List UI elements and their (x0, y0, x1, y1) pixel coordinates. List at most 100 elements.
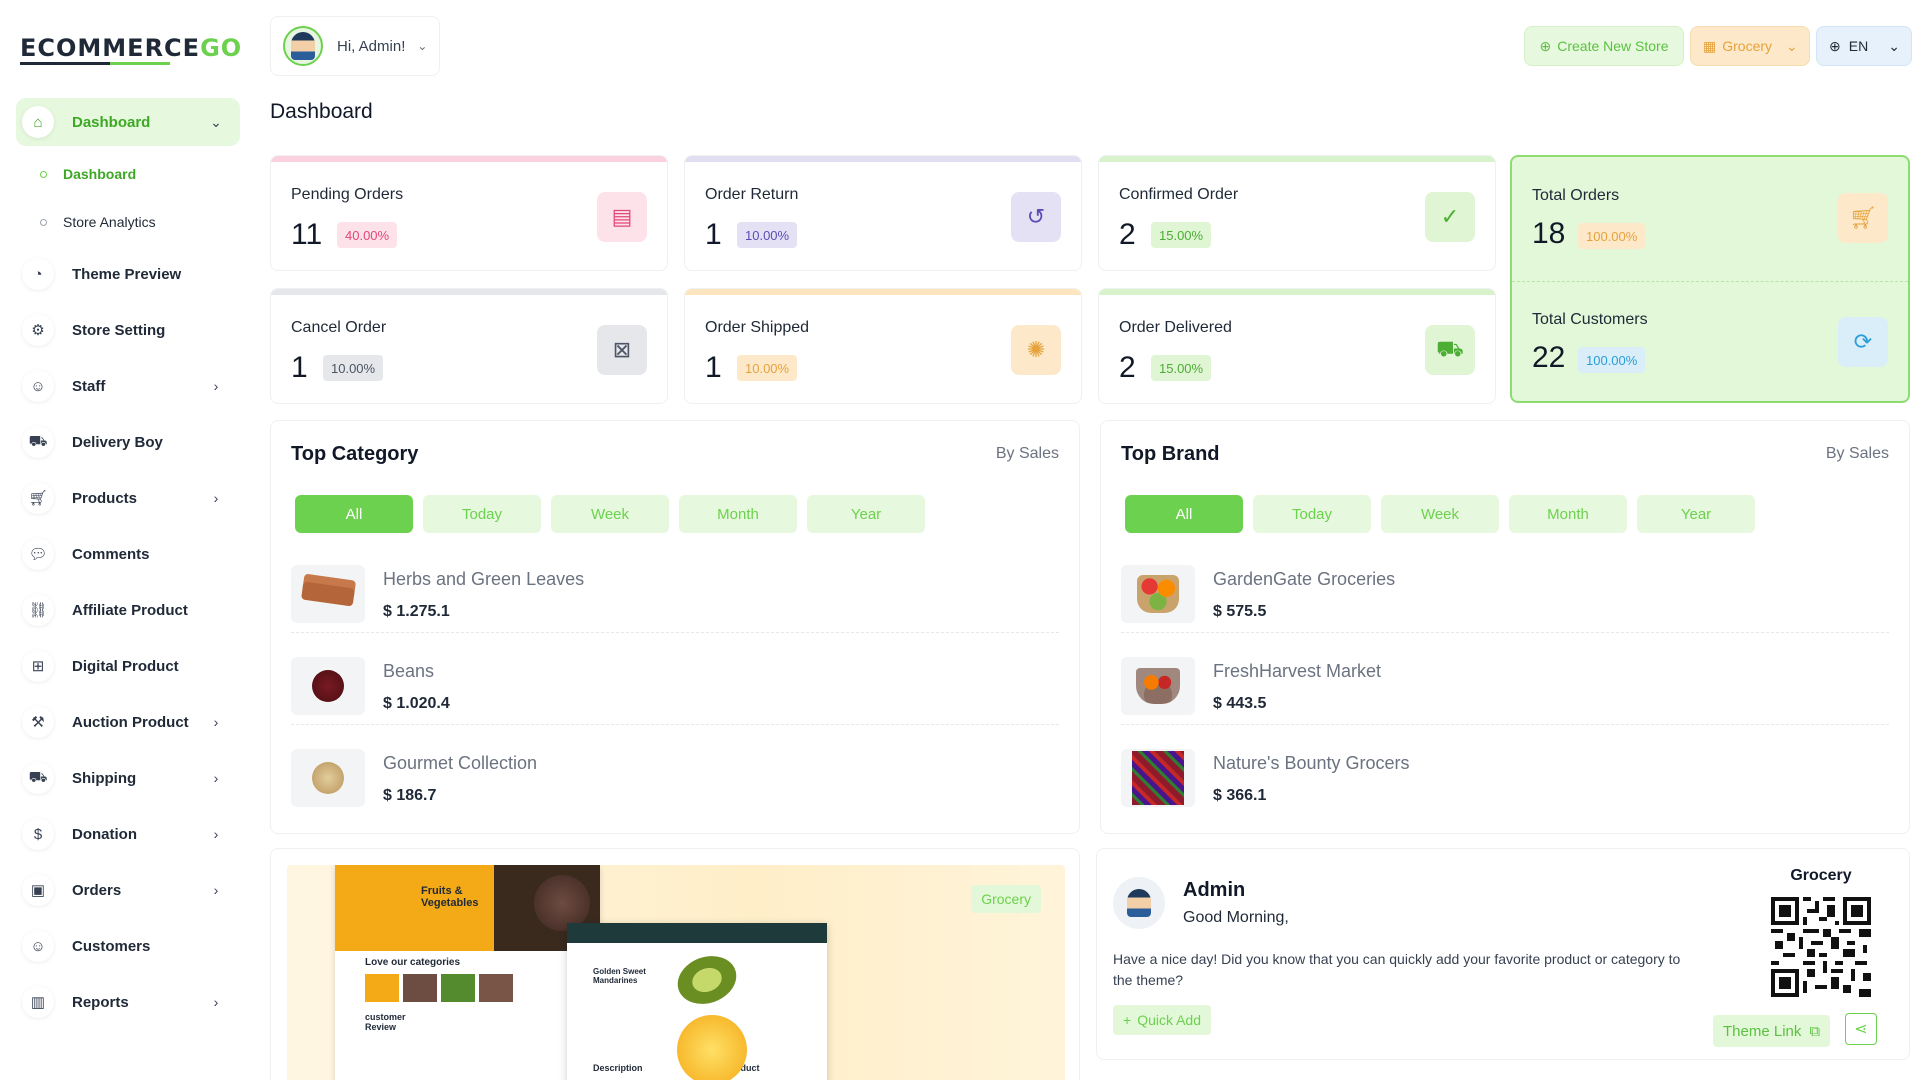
filter-today[interactable]: Today (1253, 495, 1371, 533)
panel-subtitle: By Sales (995, 445, 1059, 462)
filter-all[interactable]: All (295, 495, 413, 533)
filter-year[interactable]: Year (807, 495, 925, 533)
card-accent-line (271, 289, 667, 295)
quick-add-button[interactable]: + Quick Add (1113, 1005, 1212, 1035)
category-thumbnail (291, 749, 365, 807)
chevron-down-icon: ⌄ (210, 113, 222, 130)
filter-all[interactable]: All (1125, 495, 1243, 533)
sidebar-item-reports[interactable]: ▥ Reports › (16, 978, 240, 1026)
list-item[interactable]: Gourmet Collection $ 186.7 (291, 741, 1059, 817)
list-item[interactable]: GardenGate Groceries $ 575.5 (1121, 557, 1889, 633)
box-icon: ▣ (22, 874, 54, 906)
item-value: $ 366.1 (1213, 787, 1267, 804)
total-orders-value: 18 (1532, 217, 1566, 250)
panel-title: Top Category (291, 443, 419, 465)
theme-link-button[interactable]: Theme Link ⧉ (1713, 1015, 1831, 1047)
theme-link-label: Theme Link (1723, 1022, 1802, 1040)
brand-logo[interactable]: ECOMMERCEGO (20, 34, 242, 62)
package-icon: ✺ (1011, 325, 1061, 375)
sidebar-item-comments[interactable]: 💬︎ Comments (16, 530, 240, 578)
sidebar-subitem-store-analytics[interactable]: Store Analytics (40, 208, 156, 236)
sidebar-item-delivery-boy[interactable]: ⛟ Delivery Boy (16, 418, 240, 466)
filter-week[interactable]: Week (1381, 495, 1499, 533)
stat-badge: 10.00% (737, 222, 798, 248)
stat-card-confirmed-order: Confirmed Order 2 15.00% ✓ (1098, 155, 1496, 271)
store-select[interactable]: ▦ Grocery ⌄ (1690, 26, 1810, 66)
sidebar-item-auction-product[interactable]: ⚒ Auction Product › (16, 698, 240, 746)
item-value: $ 443.5 (1213, 695, 1267, 712)
stat-card-order-return: Order Return 1 10.00% ↺ (684, 155, 1082, 271)
sidebar-item-affiliate-product[interactable]: ⛓ Affiliate Product (16, 586, 240, 634)
stat-card-order-delivered: Order Delivered 2 15.00% ⛟ (1098, 288, 1496, 404)
sidebar-item-staff[interactable]: ☺ Staff › (16, 362, 240, 410)
shopping-cart-icon: 🛒︎ (1838, 193, 1888, 243)
sidebar-item-products[interactable]: 🛒︎ Products › (16, 474, 240, 522)
item-value: $ 1.020.4 (383, 695, 450, 712)
stat-badge: 40.00% (337, 222, 398, 248)
sidebar-item-digital-product[interactable]: ⊞ Digital Product (16, 642, 240, 690)
chevron-right-icon: › (213, 826, 219, 842)
users-icon: ☺ (22, 370, 54, 402)
sidebar-item-theme-preview[interactable]: ◔ Theme Preview (16, 250, 240, 298)
item-name: GardenGate Groceries (1213, 569, 1396, 589)
total-customers-label: Total Customers (1532, 311, 1648, 328)
avatar (283, 26, 323, 66)
sidebar-item-label: Reports (72, 993, 129, 1011)
item-value: $ 575.5 (1213, 603, 1267, 620)
sidebar-item-label: Orders (72, 881, 122, 899)
chevron-right-icon: › (213, 882, 219, 898)
item-value: $ 1.275.1 (383, 603, 450, 620)
list-item[interactable]: Beans $ 1.020.4 (291, 649, 1059, 725)
stat-card-order-shipped: Order Shipped 1 10.00% ✺ (684, 288, 1082, 404)
stat-label: Order Shipped (705, 319, 810, 336)
list-item[interactable]: FreshHarvest Market $ 443.5 (1121, 649, 1889, 725)
filter-today[interactable]: Today (423, 495, 541, 533)
list-item[interactable]: Nature's Bounty Grocers $ 366.1 (1121, 741, 1889, 817)
stat-badge: 10.00% (737, 355, 798, 381)
sidebar-item-label: Customers (72, 937, 151, 955)
mockup-description: Description (593, 1063, 643, 1073)
document-icon: ▤ (597, 192, 647, 242)
filter-month[interactable]: Month (679, 495, 797, 533)
sidebar-item-label: Dashboard (72, 113, 151, 131)
top-brand-panel: Top Brand By Sales All Today Week Month … (1100, 420, 1910, 834)
filter-year[interactable]: Year (1637, 495, 1755, 533)
plus-circle-icon: ⊕ (1539, 37, 1552, 54)
user-menu-button[interactable]: Hi, Admin! ⌄ (270, 16, 440, 76)
sidebar-subitem-dashboard[interactable]: Dashboard (40, 160, 136, 188)
box-cancel-icon: ⊠ (597, 325, 647, 375)
sidebar-item-dashboard[interactable]: ⌂ Dashboard ⌄ (16, 98, 240, 146)
category-thumbnail (291, 657, 365, 715)
logo-underline (20, 62, 170, 65)
dollar-icon: $ (22, 818, 54, 850)
item-name: Beans (383, 661, 435, 681)
logo-accent: GO (200, 34, 243, 62)
stat-badge: 15.00% (1151, 222, 1212, 248)
sidebar-item-donation[interactable]: $ Donation › (16, 810, 240, 858)
create-store-button[interactable]: ⊕ Create New Store (1524, 26, 1684, 66)
theme-preview-image[interactable]: Fruits & Vegetables Love our categories … (287, 865, 1065, 1080)
mockup-hero-text: Fruits & Vegetables (421, 885, 479, 909)
sidebar-item-store-setting[interactable]: ⚙ Store Setting (16, 306, 240, 354)
theme-tag-badge: Grocery (971, 885, 1041, 913)
customers-icon: ⟳ (1838, 317, 1888, 367)
stat-card-pending-orders: Pending Orders 11 40.00% ▤ (270, 155, 668, 271)
mockup-product-title: Golden Sweet Mandarines (593, 967, 646, 985)
sidebar-item-customers[interactable]: ☺ Customers (16, 922, 240, 970)
list-item[interactable]: Herbs and Green Leaves $ 1.275.1 (291, 557, 1059, 633)
admin-message: Have a nice day! Did you know that you c… (1113, 951, 1681, 988)
share-button[interactable]: ⋖ (1845, 1013, 1877, 1045)
chevron-right-icon: › (213, 994, 219, 1010)
sidebar-item-shipping[interactable]: ⛟ Shipping › (16, 754, 240, 802)
language-select[interactable]: ⊕ EN ⌄ (1816, 26, 1912, 66)
filter-week[interactable]: Week (551, 495, 669, 533)
preview-icon: ◔ (22, 258, 54, 290)
stat-badge: 10.00% (323, 355, 384, 381)
filter-month[interactable]: Month (1509, 495, 1627, 533)
store-select-value: Grocery (1722, 38, 1773, 54)
avatar (1113, 877, 1165, 929)
sidebar: ECOMMERCEGO ⌂ Dashboard ⌄ Dashboard Stor… (0, 0, 248, 1080)
sidebar-item-orders[interactable]: ▣ Orders › (16, 866, 240, 914)
chevron-down-icon: ⌄ (1888, 37, 1900, 54)
comment-icon: 💬︎ (22, 538, 54, 570)
